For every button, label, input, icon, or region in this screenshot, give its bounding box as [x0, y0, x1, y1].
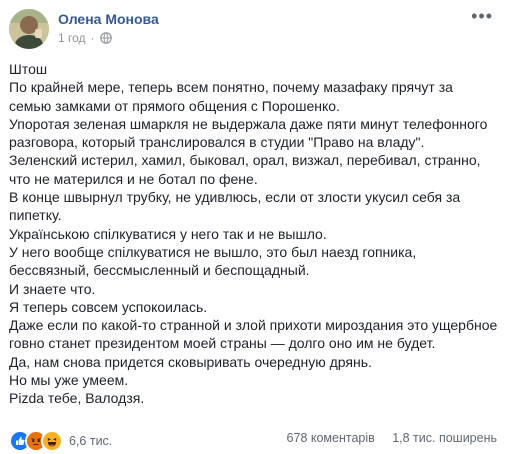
post-paragraph: Упоротая зеленая шмаркля не выдержала да…	[9, 115, 492, 151]
post-paragraph: Штош	[9, 61, 48, 77]
facebook-post: Олена Монова 1 год · ••• Штош По крайней…	[0, 0, 506, 454]
post-paragraph: В конце швырнул трубку, не удивлюсь, есл…	[9, 189, 465, 224]
meta-separator: ·	[90, 31, 95, 45]
post-paragraph: По крайней мере, теперь всем понятно, по…	[9, 79, 457, 114]
avatar[interactable]	[9, 9, 49, 49]
post-meta: 1 год ·	[58, 31, 112, 45]
post-paragraph: Но мы уже умеем.	[9, 372, 129, 389]
post-body: Штош По крайней мере, теперь всем понятн…	[9, 60, 499, 408]
comments-link[interactable]: 678 коментарів	[287, 431, 375, 445]
globe-icon[interactable]	[99, 32, 112, 44]
post-header: Олена Монова 1 год · •••	[9, 7, 499, 49]
post-paragraph: У него вообще спілкуватися не вышло, это…	[9, 243, 421, 279]
post-paragraph: Українською спілкуватися у него так и не…	[9, 225, 327, 242]
stats-spacer	[378, 431, 388, 445]
post-paragraph: Я теперь совсем успокоилась.	[9, 298, 208, 315]
post-stats: 678 коментарів 1,8 тис. поширень	[287, 431, 497, 445]
author-name[interactable]: Олена Монова	[58, 11, 159, 27]
post-paragraph: Pizda тебе, Валодзя.	[9, 390, 145, 407]
haha-icon	[41, 430, 63, 452]
post-paragraph: И знаете что.	[9, 280, 96, 297]
post-paragraph: Даже если по какой-то странной и злой пр…	[9, 317, 502, 352]
avatar-image	[9, 9, 49, 49]
shares-link[interactable]: 1,8 тис. поширень	[392, 431, 497, 445]
more-options-icon[interactable]: •••	[471, 7, 493, 25]
post-footer: 6,6 тис. 678 коментарів 1,8 тис. поширен…	[9, 430, 497, 452]
post-paragraph: Зеленский истерил, хамил, быковал, орал,…	[9, 152, 485, 187]
post-time[interactable]: 1 год	[58, 31, 86, 45]
post-paragraph: Да, нам снова придется сковыривать очере…	[9, 353, 372, 370]
reactions-summary[interactable]: 6,6 тис.	[9, 430, 112, 452]
reactions-count: 6,6 тис.	[69, 434, 113, 448]
